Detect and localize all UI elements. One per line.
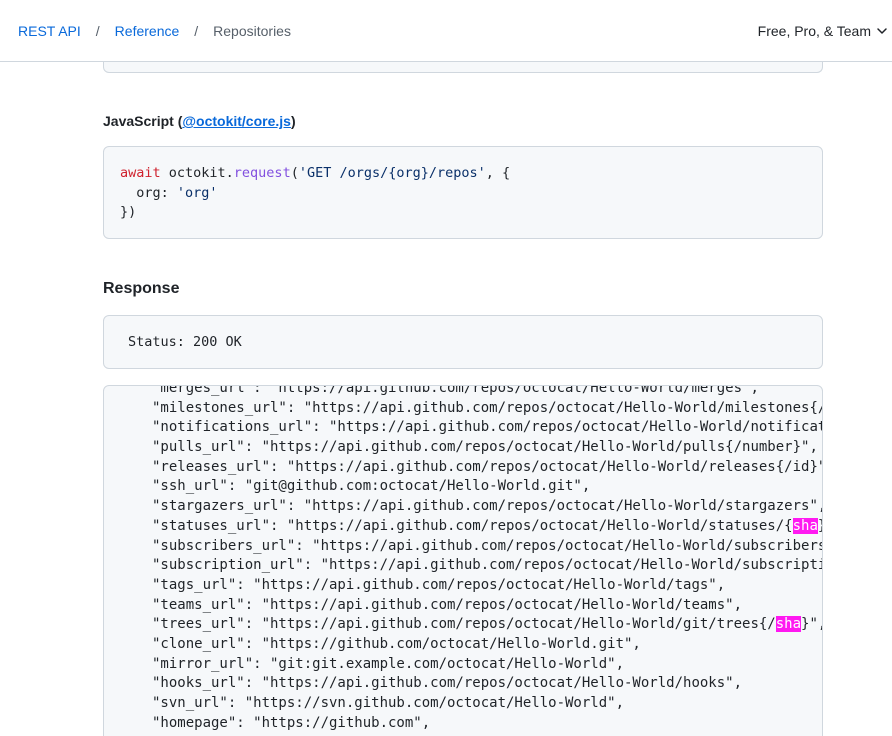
json-line: "stargazers_url": "https://api.github.co…: [152, 498, 823, 515]
json-line: "ssh_url": "git@github.com:octocat/Hello…: [152, 478, 591, 495]
json-line: "merges_url": "https://api.github.com/re…: [152, 385, 759, 396]
status-text: Status: 200 OK: [128, 334, 242, 350]
code-text: (: [290, 165, 299, 181]
json-line: "releases_url": "https://api.github.com/…: [152, 458, 823, 475]
json-line: "homepage": "https://github.com",: [152, 714, 431, 731]
json-line: "pulls_url": "https://api.github.com/rep…: [152, 439, 818, 456]
json-line: "trees_url": "https://api.github.com/rep…: [152, 616, 822, 633]
js-example-label-prefix: JavaScript (: [103, 113, 183, 129]
response-heading: Response: [103, 280, 180, 297]
octokit-core-link[interactable]: @octokit/core.js: [182, 113, 291, 129]
status-code-block: Status: 200 OK: [103, 315, 823, 369]
json-line: "subscription_url": "https://api.github.…: [152, 557, 823, 574]
json-line: "mirror_url": "git:git.example.com/octoc…: [152, 655, 625, 672]
json-line: "statuses_url": "https://api.github.com/…: [152, 517, 822, 534]
json-line: "hooks_url": "https://api.github.com/rep…: [152, 675, 743, 692]
json-line: "notifications_url": "https://api.github…: [152, 419, 823, 436]
code-text: octokit.: [160, 165, 234, 181]
json-line: "tags_url": "https://api.github.com/repo…: [152, 576, 726, 593]
code-text: , {: [485, 165, 511, 181]
code-text: }): [120, 204, 137, 220]
code-function: request: [233, 165, 291, 181]
breadcrumb-reference-link[interactable]: Reference: [115, 23, 180, 39]
js-example-label-suffix: ): [290, 113, 296, 129]
code-keyword: await: [120, 165, 161, 181]
chevron-down-icon: [877, 27, 887, 34]
breadcrumb-separator: /: [95, 22, 100, 39]
response-json-lines: "merges_url": "https://api.github.com/re…: [152, 385, 823, 733]
code-string: 'org': [176, 184, 218, 201]
json-line: "svn_url": "https://svn.github.com/octoc…: [152, 695, 625, 711]
json-line: "clone_url": "https://github.com/octocat…: [152, 635, 641, 652]
breadcrumb-separator: /: [194, 22, 199, 39]
breadcrumb: REST API / Reference / Repositories: [18, 23, 291, 39]
js-code-block: await octokit.request('GET /orgs/{org}/r…: [103, 146, 823, 239]
version-picker-label: Free, Pro, & Team: [757, 22, 871, 39]
json-line: "subscribers_url": "https://api.github.c…: [152, 537, 823, 554]
search-highlight: sha: [792, 517, 818, 534]
breadcrumb-current-page: Repositories: [213, 22, 291, 39]
json-line: "milestones_url": "https://api.github.co…: [152, 399, 823, 416]
version-picker-button[interactable]: Free, Pro, & Team: [758, 23, 888, 39]
js-example-label: JavaScript (@octokit/core.js): [103, 113, 296, 129]
breadcrumb-rest-api-link[interactable]: REST API: [18, 23, 81, 39]
code-text: org:: [120, 184, 177, 201]
json-line: "teams_url": "https://api.github.com/rep…: [152, 596, 743, 613]
top-bar: REST API / Reference / Repositories Free…: [0, 0, 892, 62]
search-highlight: sha: [775, 616, 802, 633]
code-string: 'GET /orgs/{org}/repos': [298, 165, 486, 181]
response-json-block[interactable]: "merges_url": "https://api.github.com/re…: [103, 385, 823, 736]
